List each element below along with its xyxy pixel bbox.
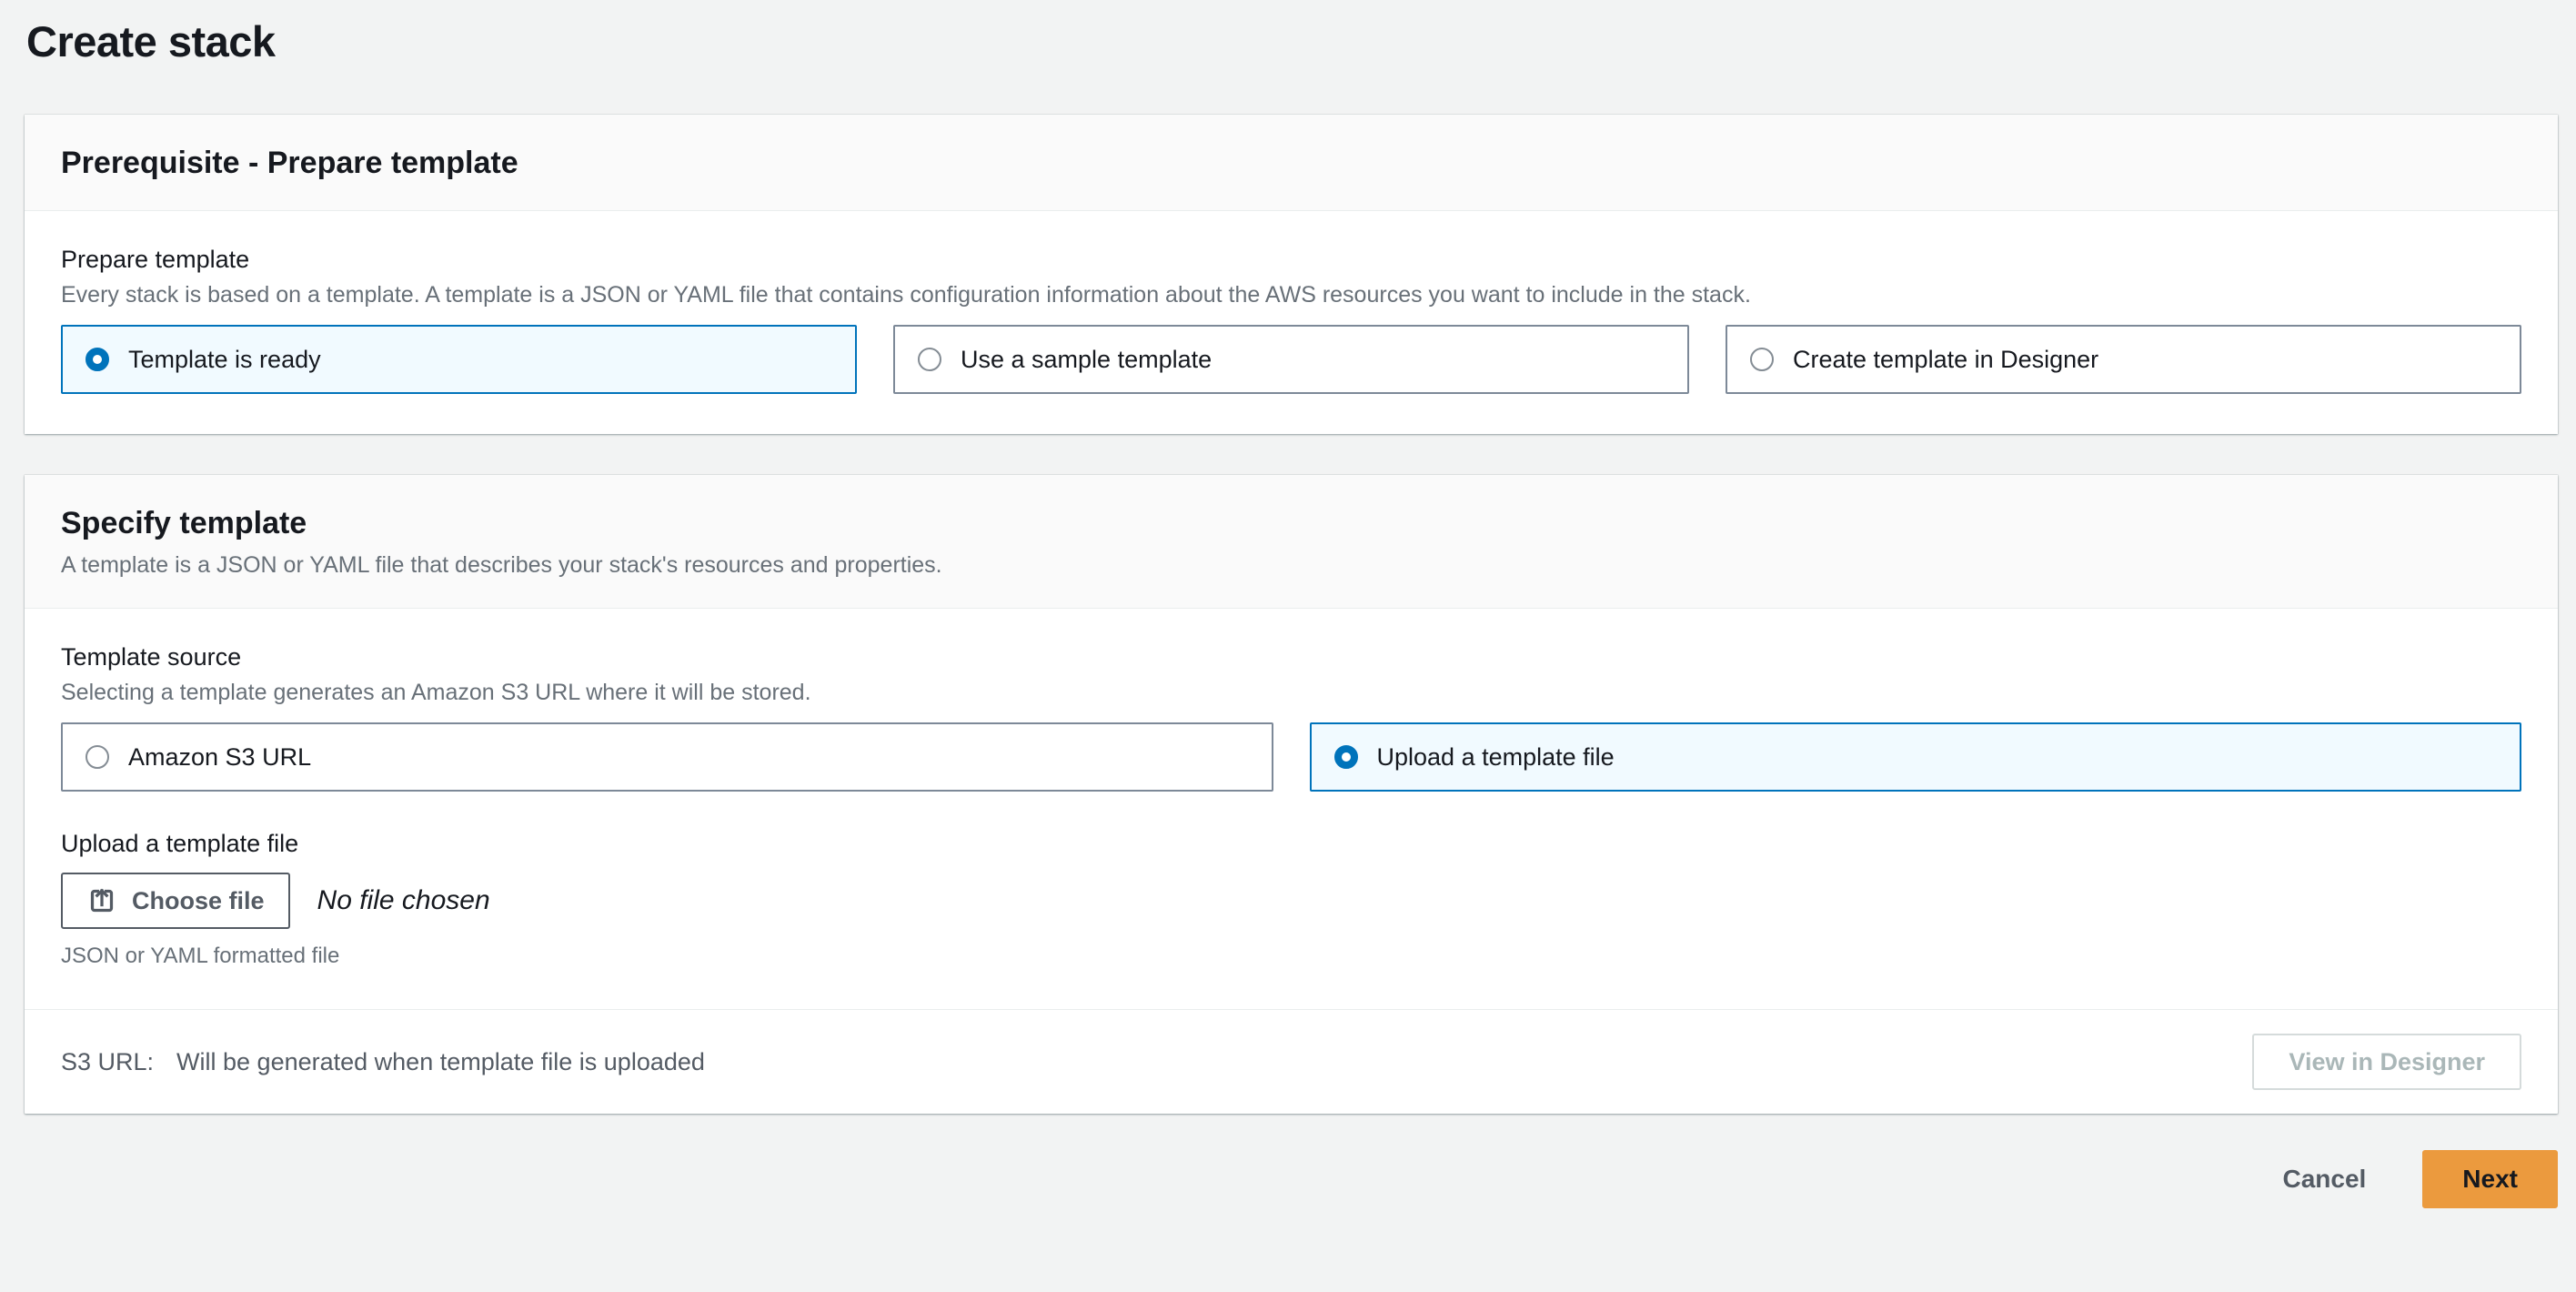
s3-url-value: Will be generated when template file is … [176,1047,705,1075]
cancel-button[interactable]: Cancel [2282,1165,2366,1194]
radio-unselected-icon[interactable] [86,745,109,769]
prepare-template-radio-group: Template is ready Use a sample template … [61,325,2521,394]
choose-file-button[interactable]: Choose file [61,873,290,929]
upload-row: Choose file No file chosen [61,873,2521,929]
upload-icon [90,888,114,913]
radio-selected-icon[interactable] [86,348,109,371]
specify-template-panel: Specify template A template is a JSON or… [25,475,2558,1114]
template-source-label: Template source [61,643,242,671]
choose-file-label: Choose file [132,886,265,914]
no-file-chosen-text: No file chosen [317,885,490,915]
tile-template-is-ready[interactable]: Template is ready [61,325,857,394]
tile-label: Create template in Designer [1793,345,2099,373]
upload-template-file-field: Upload a template file Choose file No fi… [61,830,2521,969]
tile-use-sample-template[interactable]: Use a sample template [893,325,1689,394]
template-source-radio-group: Amazon S3 URL Upload a template file [61,722,2521,792]
prepare-template-label: Prepare template [61,246,250,273]
radio-unselected-icon[interactable] [1750,348,1774,371]
next-button[interactable]: Next [2422,1150,2558,1208]
tile-label: Amazon S3 URL [128,742,312,771]
prerequisite-panel-header: Prerequisite - Prepare template [25,115,2558,211]
upload-template-file-label: Upload a template file [61,830,299,857]
specify-template-body: Template source Selecting a template gen… [25,609,2558,1009]
view-in-designer-button[interactable]: View in Designer [2252,1034,2521,1090]
s3-url-label: S3 URL: [61,1047,155,1075]
tile-label: Upload a template file [1376,742,1615,771]
prerequisite-panel: Prerequisite - Prepare template Prepare … [25,115,2558,434]
page-title: Create stack [26,17,276,66]
specify-template-footer: S3 URL: Will be generated when template … [25,1009,2558,1114]
radio-selected-icon[interactable] [1333,745,1358,769]
specify-template-description: A template is a JSON or YAML file that d… [61,552,942,578]
tile-label: Template is ready [128,345,321,373]
tile-label: Use a sample template [961,345,1213,373]
specify-template-header: Specify template A template is a JSON or… [25,475,2558,609]
prerequisite-panel-body: Prepare template Every stack is based on… [25,211,2558,434]
file-format-hint: JSON or YAML formatted file [61,944,340,968]
create-stack-page: Create stack Prerequisite - Prepare temp… [0,16,2576,1292]
radio-unselected-icon[interactable] [918,348,941,371]
tile-upload-template-file[interactable]: Upload a template file [1309,722,2521,792]
specify-template-title: Specify template [61,506,307,540]
prepare-template-description: Every stack is based on a template. A te… [61,282,1751,308]
template-source-description: Selecting a template generates an Amazon… [61,680,811,705]
tile-create-template-in-designer[interactable]: Create template in Designer [1726,325,2521,394]
tile-amazon-s3-url[interactable]: Amazon S3 URL [61,722,1273,792]
prerequisite-panel-title: Prerequisite - Prepare template [61,146,518,180]
wizard-actions: Cancel Next [0,1150,2558,1208]
